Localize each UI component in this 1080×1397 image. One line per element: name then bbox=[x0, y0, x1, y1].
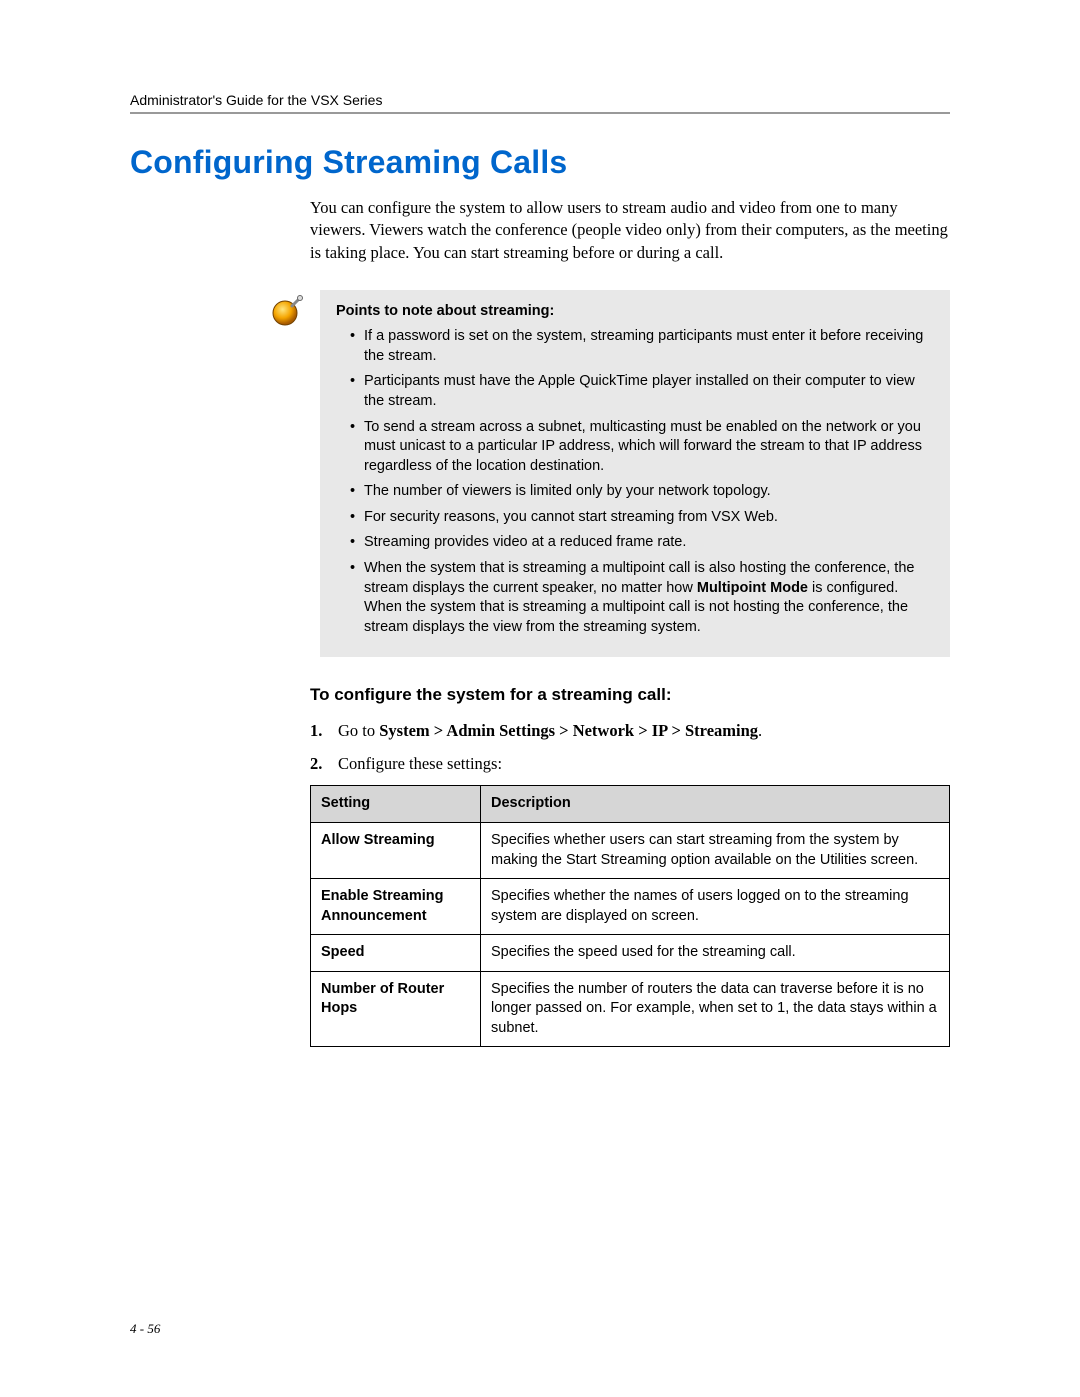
col-description: Description bbox=[481, 786, 950, 823]
step-1: Go to System > Admin Settings > Network … bbox=[310, 719, 950, 742]
note-item: Participants must have the Apple QuickTi… bbox=[350, 372, 934, 411]
step-text: . bbox=[758, 721, 762, 740]
note-item: The number of viewers is limited only by… bbox=[350, 482, 934, 502]
table-row: Enable Streaming Announcement Specifies … bbox=[311, 879, 950, 935]
note-item-bold: Multipoint Mode bbox=[697, 580, 808, 596]
note-title: Points to note about streaming: bbox=[336, 302, 934, 322]
note-callout: Points to note about streaming: If a pas… bbox=[270, 290, 950, 657]
procedure-steps: Go to System > Admin Settings > Network … bbox=[310, 719, 950, 775]
setting-desc: Specifies whether the names of users log… bbox=[481, 879, 950, 935]
setting-desc: Specifies whether users can start stream… bbox=[481, 822, 950, 878]
table-row: Speed Specifies the speed used for the s… bbox=[311, 935, 950, 972]
note-item: If a password is set on the system, stre… bbox=[350, 327, 934, 366]
setting-desc: Specifies the speed used for the streami… bbox=[481, 935, 950, 972]
running-head: Administrator's Guide for the VSX Series bbox=[130, 92, 950, 108]
step-nav-path: System > Admin Settings > Network > IP >… bbox=[379, 721, 758, 740]
note-item: To send a stream across a subnet, multic… bbox=[350, 418, 934, 477]
note-item: For security reasons, you cannot start s… bbox=[350, 508, 934, 528]
col-setting: Setting bbox=[311, 786, 481, 823]
table-header-row: Setting Description bbox=[311, 786, 950, 823]
setting-name: Number of Router Hops bbox=[311, 971, 481, 1047]
page: Administrator's Guide for the VSX Series… bbox=[0, 0, 1080, 1107]
setting-name: Enable Streaming Announcement bbox=[311, 879, 481, 935]
note-item: When the system that is streaming a mult… bbox=[350, 559, 934, 637]
setting-name: Allow Streaming bbox=[311, 822, 481, 878]
pushpin-icon bbox=[270, 294, 304, 333]
setting-name: Speed bbox=[311, 935, 481, 972]
note-list: If a password is set on the system, stre… bbox=[336, 327, 934, 637]
table-row: Allow Streaming Specifies whether users … bbox=[311, 822, 950, 878]
procedure-heading: To configure the system for a streaming … bbox=[310, 685, 950, 705]
settings-table: Setting Description Allow Streaming Spec… bbox=[310, 785, 950, 1047]
note-box: Points to note about streaming: If a pas… bbox=[320, 290, 950, 657]
header-rule bbox=[130, 112, 950, 114]
table-row: Number of Router Hops Specifies the numb… bbox=[311, 971, 950, 1047]
page-title: Configuring Streaming Calls bbox=[130, 144, 950, 181]
step-text: Go to bbox=[338, 721, 379, 740]
note-item: Streaming provides video at a reduced fr… bbox=[350, 533, 934, 553]
page-number: 4 - 56 bbox=[130, 1321, 160, 1337]
step-2: Configure these settings: bbox=[310, 752, 950, 775]
setting-desc: Specifies the number of routers the data… bbox=[481, 971, 950, 1047]
intro-paragraph: You can configure the system to allow us… bbox=[310, 197, 950, 264]
